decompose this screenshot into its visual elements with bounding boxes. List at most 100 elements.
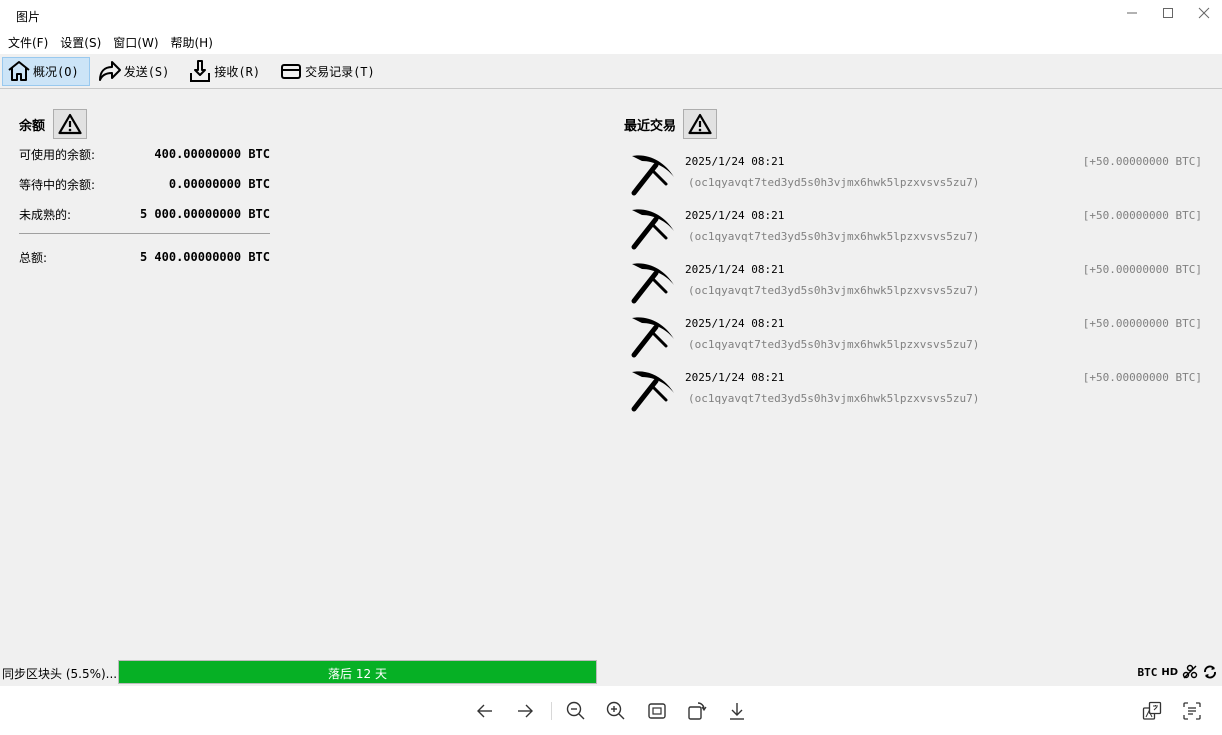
tab-receive[interactable]: 接收(R) [183, 57, 271, 86]
maximize-icon [1163, 8, 1173, 18]
zoom-in-button[interactable] [604, 699, 628, 723]
transaction-date: 2025/1/24 08:21 [685, 317, 785, 330]
status-indicators: BTC HD [1137, 664, 1218, 680]
menu-window[interactable]: 窗口(W) [107, 32, 164, 54]
home-icon [7, 59, 31, 83]
unit-selector[interactable]: BTC [1137, 666, 1157, 679]
sync-progress-text: 落后 12 天 [328, 667, 387, 681]
hd-wallet-badge: HD [1161, 666, 1178, 678]
tab-overview-label: 概况(O) [33, 64, 79, 79]
minimize-button[interactable] [1114, 2, 1150, 24]
menu-help[interactable]: 帮助(H) [165, 32, 219, 54]
total-balance-value: 5 400.00000000 BTC [139, 250, 270, 264]
balance-divider [19, 233, 270, 234]
tab-send-label: 发送(S) [123, 64, 170, 79]
receive-icon [188, 59, 212, 83]
balances-out-of-sync-button[interactable] [53, 109, 88, 139]
arrow-right-icon [518, 704, 533, 718]
total-balance-row: 总额: 5 400.00000000 BTC [19, 249, 270, 265]
total-balance-label: 总额: [19, 250, 48, 265]
viewer-toolbar [0, 686, 1222, 735]
translate-icon [1142, 701, 1162, 720]
transaction-item[interactable]: 2025/1/24 08:21 [+50.00000000 BTC] (oc1q… [628, 367, 1204, 417]
main-toolbar: 概况(O) 发送(S) 接收(R) 交易记录(T) [0, 54, 1222, 89]
close-icon [1198, 7, 1210, 19]
tab-receive-label: 接收(R) [214, 64, 261, 79]
pickaxe-icon [631, 263, 674, 304]
send-icon [98, 59, 122, 83]
pickaxe-icon [631, 317, 674, 358]
transaction-amount: [+50.00000000 BTC] [1082, 209, 1202, 222]
transactions-icon [279, 59, 303, 83]
fit-window-icon [648, 703, 666, 719]
transaction-item[interactable]: 2025/1/24 08:21 [+50.00000000 BTC] (oc1q… [628, 205, 1204, 255]
zoom-out-button[interactable] [564, 699, 588, 723]
save-button[interactable] [725, 699, 749, 723]
immature-balance-row: 未成熟的: 5 000.00000000 BTC [19, 206, 270, 222]
balances-title: 余额 [19, 118, 46, 134]
menu-file[interactable]: 文件(F) [2, 32, 54, 54]
tab-transactions-label: 交易记录(T) [305, 64, 375, 79]
transaction-address: (oc1qyavqt7ted3yd5s0h3vjmx6hwk5lpzxvsvs5… [688, 176, 980, 189]
available-balance-row: 可使用的余额: 400.00000000 BTC [19, 146, 270, 162]
pending-balance-label: 等待中的余额: [19, 177, 96, 192]
viewer-title: 图片 [16, 10, 41, 24]
transaction-address: (oc1qyavqt7ted3yd5s0h3vjmx6hwk5lpzxvsvs5… [688, 284, 980, 297]
status-bar: 同步区块头 (5.5%)... 落后 12 天 BTC HD [0, 658, 1222, 686]
close-button[interactable] [1186, 2, 1222, 24]
available-balance-value: 400.00000000 BTC [154, 147, 270, 161]
transaction-address: (oc1qyavqt7ted3yd5s0h3vjmx6hwk5lpzxvsvs5… [688, 230, 980, 243]
ocr-button[interactable] [1140, 699, 1164, 723]
network-disabled-icon[interactable] [1182, 664, 1198, 680]
maximize-button[interactable] [1150, 2, 1186, 24]
warning-icon [58, 113, 82, 135]
sync-progress-bar: 落后 12 天 [118, 660, 597, 684]
zoom-out-icon [566, 701, 585, 720]
sync-status-label: 同步区块头 (5.5%)... [2, 667, 118, 681]
balances-header: 余额 [19, 109, 88, 139]
viewer-titlebar: 图片 [0, 0, 1222, 32]
transaction-item[interactable]: 2025/1/24 08:21 [+50.00000000 BTC] (oc1q… [628, 151, 1204, 201]
transaction-item[interactable]: 2025/1/24 08:21 [+50.00000000 BTC] (oc1q… [628, 259, 1204, 309]
transaction-amount: [+50.00000000 BTC] [1082, 263, 1202, 276]
transaction-amount: [+50.00000000 BTC] [1082, 155, 1202, 168]
arrow-left-icon [477, 704, 492, 718]
immature-balance-label: 未成熟的: [19, 207, 72, 222]
available-balance-label: 可使用的余额: [19, 147, 96, 162]
actual-size-button[interactable] [645, 699, 669, 723]
transaction-date: 2025/1/24 08:21 [685, 263, 785, 276]
transaction-item[interactable]: 2025/1/24 08:21 [+50.00000000 BTC] (oc1q… [628, 313, 1204, 363]
warning-icon [688, 113, 712, 135]
immature-balance-value: 5 000.00000000 BTC [139, 207, 270, 221]
transactions-out-of-sync-button[interactable] [683, 109, 718, 139]
syncing-icon[interactable] [1202, 664, 1218, 680]
transaction-date: 2025/1/24 08:21 [685, 209, 785, 222]
zoom-in-icon [606, 701, 625, 720]
tab-transactions[interactable]: 交易记录(T) [274, 57, 386, 86]
transaction-date: 2025/1/24 08:21 [685, 371, 785, 384]
recent-transactions-header: 最近交易 [624, 109, 718, 139]
extract-text-button[interactable] [1180, 699, 1204, 723]
pickaxe-icon [631, 371, 674, 412]
transaction-amount: [+50.00000000 BTC] [1082, 371, 1202, 384]
rotate-icon [688, 702, 707, 720]
previous-button[interactable] [473, 699, 497, 723]
recent-transactions-title: 最近交易 [624, 118, 677, 134]
next-button[interactable] [513, 699, 537, 723]
transaction-amount: [+50.00000000 BTC] [1082, 317, 1202, 330]
minimize-icon [1127, 12, 1137, 14]
menu-bar: 文件(F) 设置(S) 窗口(W) 帮助(H) [0, 32, 1222, 54]
tab-send[interactable]: 发送(S) [93, 57, 181, 86]
viewer-toolbar-separator [551, 702, 552, 720]
transaction-date: 2025/1/24 08:21 [685, 155, 785, 168]
text-scan-icon [1183, 702, 1201, 720]
pending-balance-row: 等待中的余额: 0.00000000 BTC [19, 176, 270, 192]
menu-settings[interactable]: 设置(S) [54, 32, 107, 54]
transaction-address: (oc1qyavqt7ted3yd5s0h3vjmx6hwk5lpzxvsvs5… [688, 392, 980, 405]
pickaxe-icon [631, 155, 674, 196]
rotate-button[interactable] [685, 699, 709, 723]
tab-overview[interactable]: 概况(O) [2, 56, 90, 86]
pending-balance-value: 0.00000000 BTC [168, 177, 270, 191]
transaction-address: (oc1qyavqt7ted3yd5s0h3vjmx6hwk5lpzxvsvs5… [688, 338, 980, 351]
download-icon [730, 703, 744, 720]
